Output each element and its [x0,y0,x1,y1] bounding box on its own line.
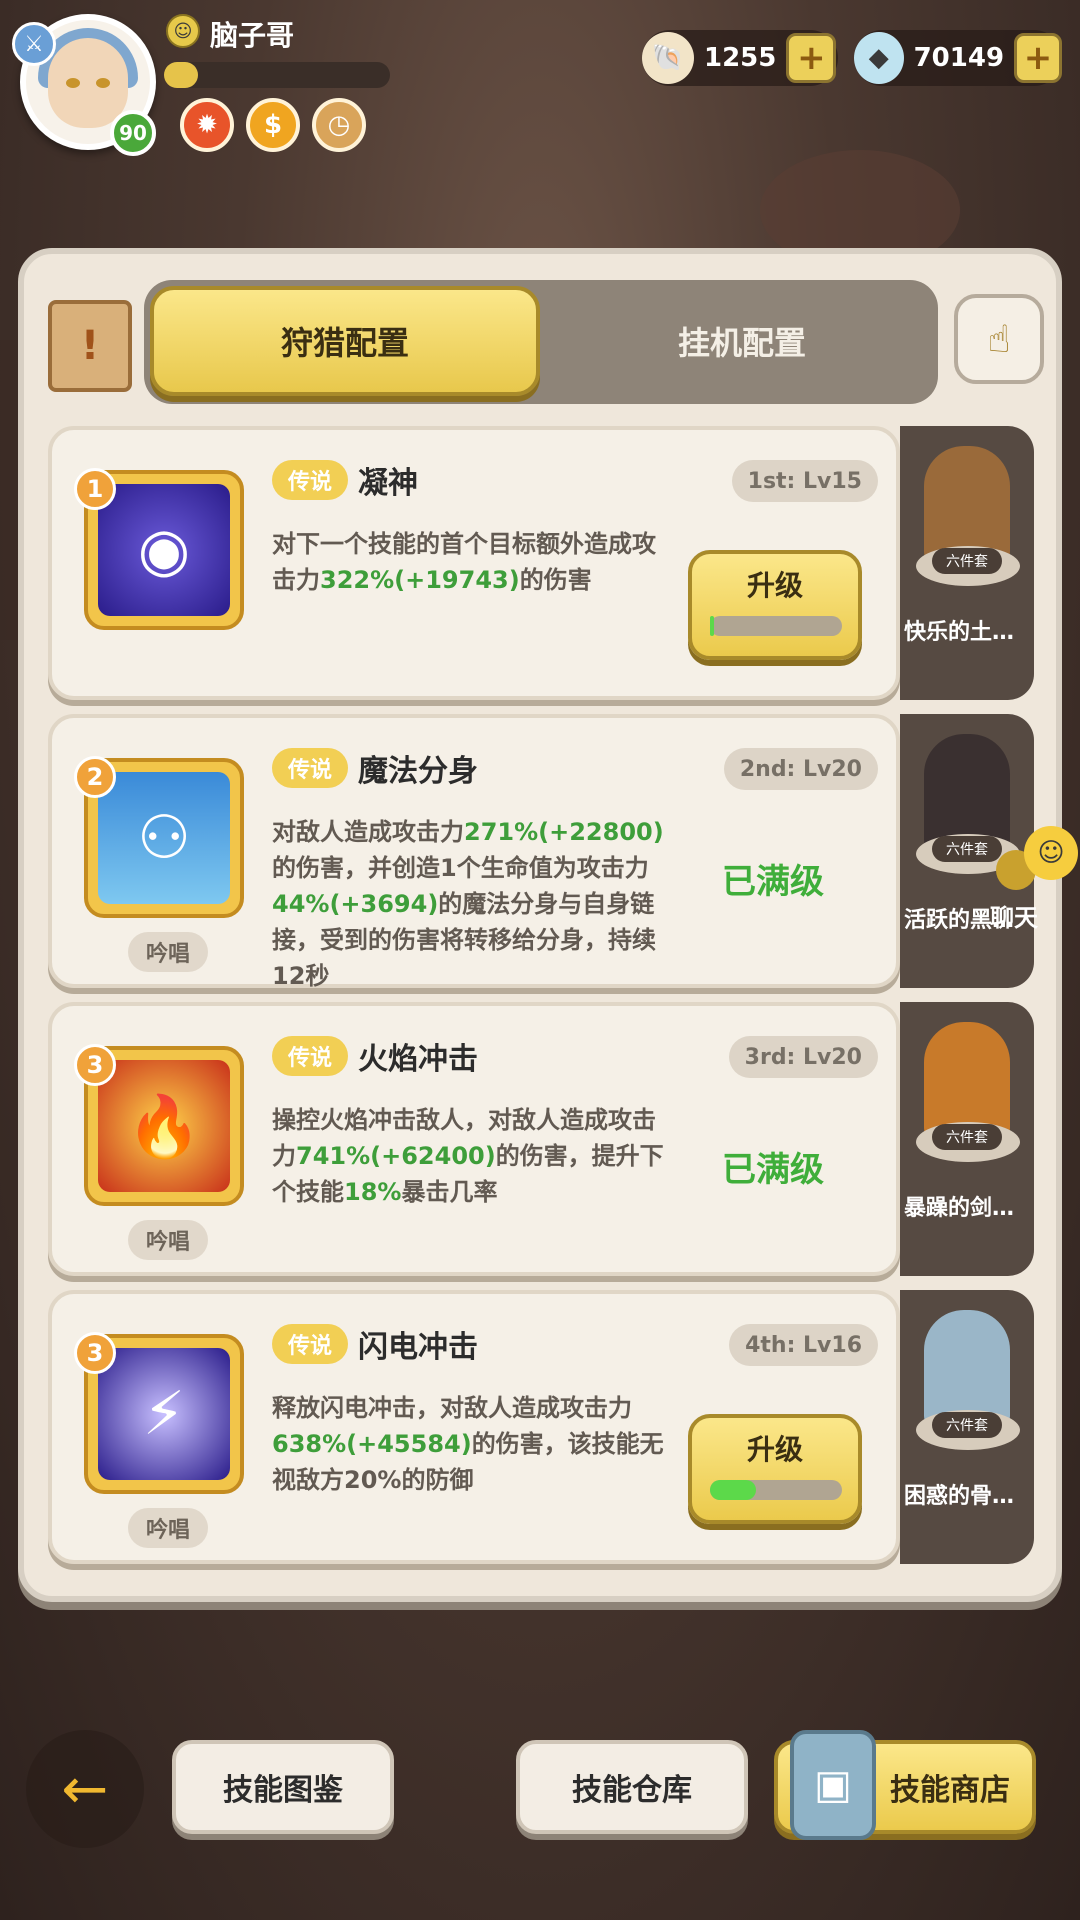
set-tag: 六件套 [932,1124,1002,1150]
upgrade-progress-bar [710,1480,842,1500]
rarity-badge: 传说 [272,1036,348,1076]
skill-shop-button[interactable]: ▣ 技能商店 [774,1730,1036,1840]
upgrade-progress-bar [710,616,842,636]
avatar-face [48,38,128,128]
fire-skill-icon: 🔥 [98,1060,230,1192]
diamond-count: 70149 [913,43,1005,73]
upgrade-progress-fill [710,1480,757,1500]
tab-bar: 狩猎配置 挂机配置 [144,280,938,404]
clone-skill-icon: ⚇ [98,772,230,904]
skill-card-1[interactable]: 1 ◉ 传说 凝神 1st: Lv15 对下一个技能的首个目标额外造成攻击力32… [48,426,900,700]
buff-clock-icon[interactable]: ◷ [312,98,366,152]
skill-description: 释放闪电冲击，对敌人造成攻击力638%(+45584)的伤害，该技能无视敌方20… [272,1394,664,1494]
skill-name: 魔法分身 [358,754,478,789]
slot-number-badge: 1 [74,468,116,510]
rarity-badge: 传说 [272,748,348,788]
slot-number-badge: 3 [74,1332,116,1374]
eye-skill-icon: ◉ [98,484,230,616]
shop-card-icon: ▣ [790,1730,876,1840]
shell-count: 1255 [704,43,777,73]
slot-level: 2nd: Lv20 [723,748,878,790]
currency-diamond: ◆ 70149 + [854,30,1062,86]
set-tag: 六件套 [932,548,1002,574]
chant-badge: 吟唱 [128,932,208,972]
chat-button[interactable]: ☺ 聊天 [990,826,1078,936]
skill-name: 火焰冲击 [358,1042,478,1077]
scroll-info-icon[interactable]: ! [48,300,132,392]
skill-card-2[interactable]: 2 ⚇ 吟唱 传说 魔法分身 2nd: Lv20 对敌人造成攻击力271%(+2… [48,714,900,990]
slot-number-badge: 3 [74,1044,116,1086]
set-panel-4[interactable]: 六件套 困惑的骨… [900,1290,1034,1564]
xp-bar [164,62,390,88]
chant-badge: 吟唱 [128,1220,208,1260]
set-name: 快乐的土… [904,620,1015,645]
slot-number-badge: 2 [74,756,116,798]
skill-card-3[interactable]: 3 🔥 吟唱 传说 火焰冲击 3rd: Lv20 操控火焰冲击敌人，对敌人造成攻… [48,1002,900,1276]
upgrade-progress-fill [710,616,714,636]
set-panel-3[interactable]: 六件套 暴躁的剑… [900,1002,1034,1276]
rarity-badge: 传说 [272,460,348,500]
tab-hunt-config[interactable]: 狩猎配置 [150,286,540,396]
set-name: 暴躁的剑… [904,1196,1015,1221]
xp-fill [164,62,198,88]
skill-name: 闪电冲击 [358,1330,478,1365]
skill-description: 对敌人造成攻击力271%(+22800)的伤害，并创造1个生命值为攻击力44%(… [272,818,664,990]
upgrade-label: 升级 [746,1433,803,1466]
buff-coin-icon[interactable]: $ [246,98,300,152]
emoji-icon: ☺ [166,14,200,48]
currency-shell: 🐚 1255 + [642,30,838,86]
skill-config-panel: ! 狩猎配置 挂机配置 ☝ 1 ◉ 传说 凝神 1st: Lv15 对下一个技能… [18,248,1062,1602]
set-name: 困惑的骨… [904,1484,1015,1509]
chat-label: 聊天 [990,904,1038,932]
chat-smile-icon: ☺ [1024,826,1078,880]
max-level-label: 已满级 [722,862,824,902]
upgrade-button[interactable]: 升级 [688,1414,862,1524]
tab-idle-config[interactable]: 挂机配置 [554,286,930,396]
sword-icon: ⚔ [12,22,56,66]
player-name: 脑子哥 [210,19,295,52]
avatar-eye [96,78,110,88]
set-tag: 六件套 [932,1412,1002,1438]
lightning-skill-icon: ⚡ [98,1348,230,1480]
skill-name: 凝神 [358,466,418,501]
player-level-badge: 90 [110,110,156,156]
slot-level: 4th: Lv16 [729,1324,878,1366]
set-panel-1[interactable]: 六件套 快乐的土… [900,426,1034,700]
chant-badge: 吟唱 [128,1508,208,1548]
add-diamond-button[interactable]: + [1014,33,1062,83]
add-shell-button[interactable]: + [786,33,837,83]
avatar-eye [66,78,80,88]
skill-encyclopedia-button[interactable]: 技能图鉴 [172,1740,394,1834]
manual-tap-icon[interactable]: ☝ [954,294,1044,384]
skill-description: 操控火焰冲击敌人，对敌人造成攻击力741%(+62400)的伤害，提升下个技能1… [272,1106,664,1206]
back-arrow-button[interactable]: ← [26,1730,144,1848]
upgrade-label: 升级 [746,569,803,602]
upgrade-button[interactable]: 升级 [688,550,862,660]
buff-fire-icon[interactable]: ✹ [180,98,234,152]
skill-card-4[interactable]: 3 ⚡ 吟唱 传说 闪电冲击 4th: Lv16 释放闪电冲击，对敌人造成攻击力… [48,1290,900,1564]
slot-level: 1st: Lv15 [731,460,878,502]
max-level-label: 已满级 [722,1150,824,1190]
skill-description: 对下一个技能的首个目标额外造成攻击力322%(+19743)的伤害 [272,530,656,594]
rarity-badge: 传说 [272,1324,348,1364]
diamond-icon: ◆ [854,32,904,84]
shop-label: 技能商店 [890,1773,1010,1808]
slot-level: 3rd: Lv20 [728,1036,878,1078]
skill-warehouse-button[interactable]: 技能仓库 [516,1740,748,1834]
shell-icon: 🐚 [642,32,694,84]
